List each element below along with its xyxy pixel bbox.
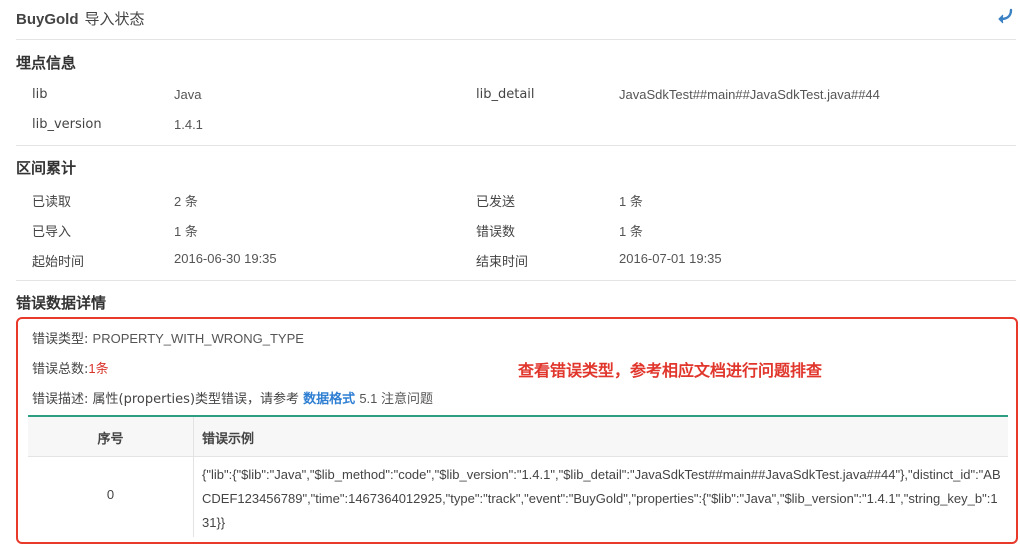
end-time-label: 结束时间 <box>476 255 529 270</box>
page-title-brand: BuyGold <box>16 11 79 28</box>
divider <box>16 145 1016 146</box>
sent-label: 已发送 <box>476 195 516 210</box>
error-count-line: 错误总数:1条 <box>32 358 109 377</box>
lib-version-value: 1.4.1 <box>174 117 203 132</box>
lib-detail-value: JavaSdkTest##main##JavaSdkTest.java##44 <box>619 87 880 102</box>
data-format-link[interactable]: 数据格式 <box>303 392 355 407</box>
error-type-label: 错误类型: <box>32 332 89 347</box>
end-time-value: 2016-07-01 19:35 <box>619 251 722 266</box>
page-title: BuyGold 导入状态 <box>16 8 145 29</box>
row-index: 0 <box>106 487 115 502</box>
start-time-label: 起始时间 <box>32 255 85 270</box>
back-arrow-icon[interactable] <box>996 7 1014 25</box>
page-title-text: 导入状态 <box>84 10 145 28</box>
errors-label: 错误数 <box>476 225 516 240</box>
lib-value: Java <box>174 87 202 102</box>
section-title-range-stats: 区间累计 <box>16 159 77 177</box>
table-header: 序号 错误示例 <box>28 417 1008 457</box>
error-desc-label: 错误描述: <box>32 392 89 407</box>
error-description-line: 错误描述: 属性(properties)类型错误，请参考 数据格式 5.1 注意… <box>32 388 433 407</box>
column-header-index: 序号 <box>97 432 124 447</box>
error-count-unit: 条 <box>95 362 109 377</box>
page-header: BuyGold 导入状态 <box>16 0 1016 40</box>
row-error-example: {"lib":{"$lib":"Java","$lib_method":"cod… <box>202 467 1001 530</box>
imported-label: 已导入 <box>32 225 72 240</box>
column-header-example: 错误示例 <box>202 432 255 447</box>
read-value: 2 条 <box>174 194 198 209</box>
imported-value: 1 条 <box>174 224 198 239</box>
section-title-lib-info: 埋点信息 <box>16 54 77 72</box>
divider <box>16 280 1016 281</box>
column-divider <box>193 417 194 537</box>
read-label: 已读取 <box>32 195 72 210</box>
error-desc-text: 属性(properties)类型错误，请参考 <box>92 392 300 407</box>
lib-version-label: lib_version <box>32 117 102 132</box>
error-details-highlight-box: 错误类型: PROPERTY_WITH_WRONG_TYPE 错误总数:1条 错… <box>16 317 1018 544</box>
errors-value: 1 条 <box>619 224 643 239</box>
error-type-line: 错误类型: PROPERTY_WITH_WRONG_TYPE <box>32 328 304 347</box>
error-type-value: PROPERTY_WITH_WRONG_TYPE <box>92 331 304 346</box>
lib-detail-label: lib_detail <box>476 87 535 102</box>
error-desc-suffix: 5.1 注意问题 <box>359 391 433 406</box>
start-time-value: 2016-06-30 19:35 <box>174 251 277 266</box>
error-count-value: 1 <box>88 361 96 376</box>
error-count-label: 错误总数: <box>32 362 89 377</box>
sent-value: 1 条 <box>619 194 643 209</box>
error-examples-table: 序号 错误示例 0 {"lib":{"$lib":"Java","$lib_me… <box>28 415 1008 537</box>
section-title-error-details: 错误数据详情 <box>16 294 107 312</box>
lib-label: lib <box>32 87 48 102</box>
annotation-text: 查看错误类型，参考相应文档进行问题排查 <box>518 361 823 380</box>
